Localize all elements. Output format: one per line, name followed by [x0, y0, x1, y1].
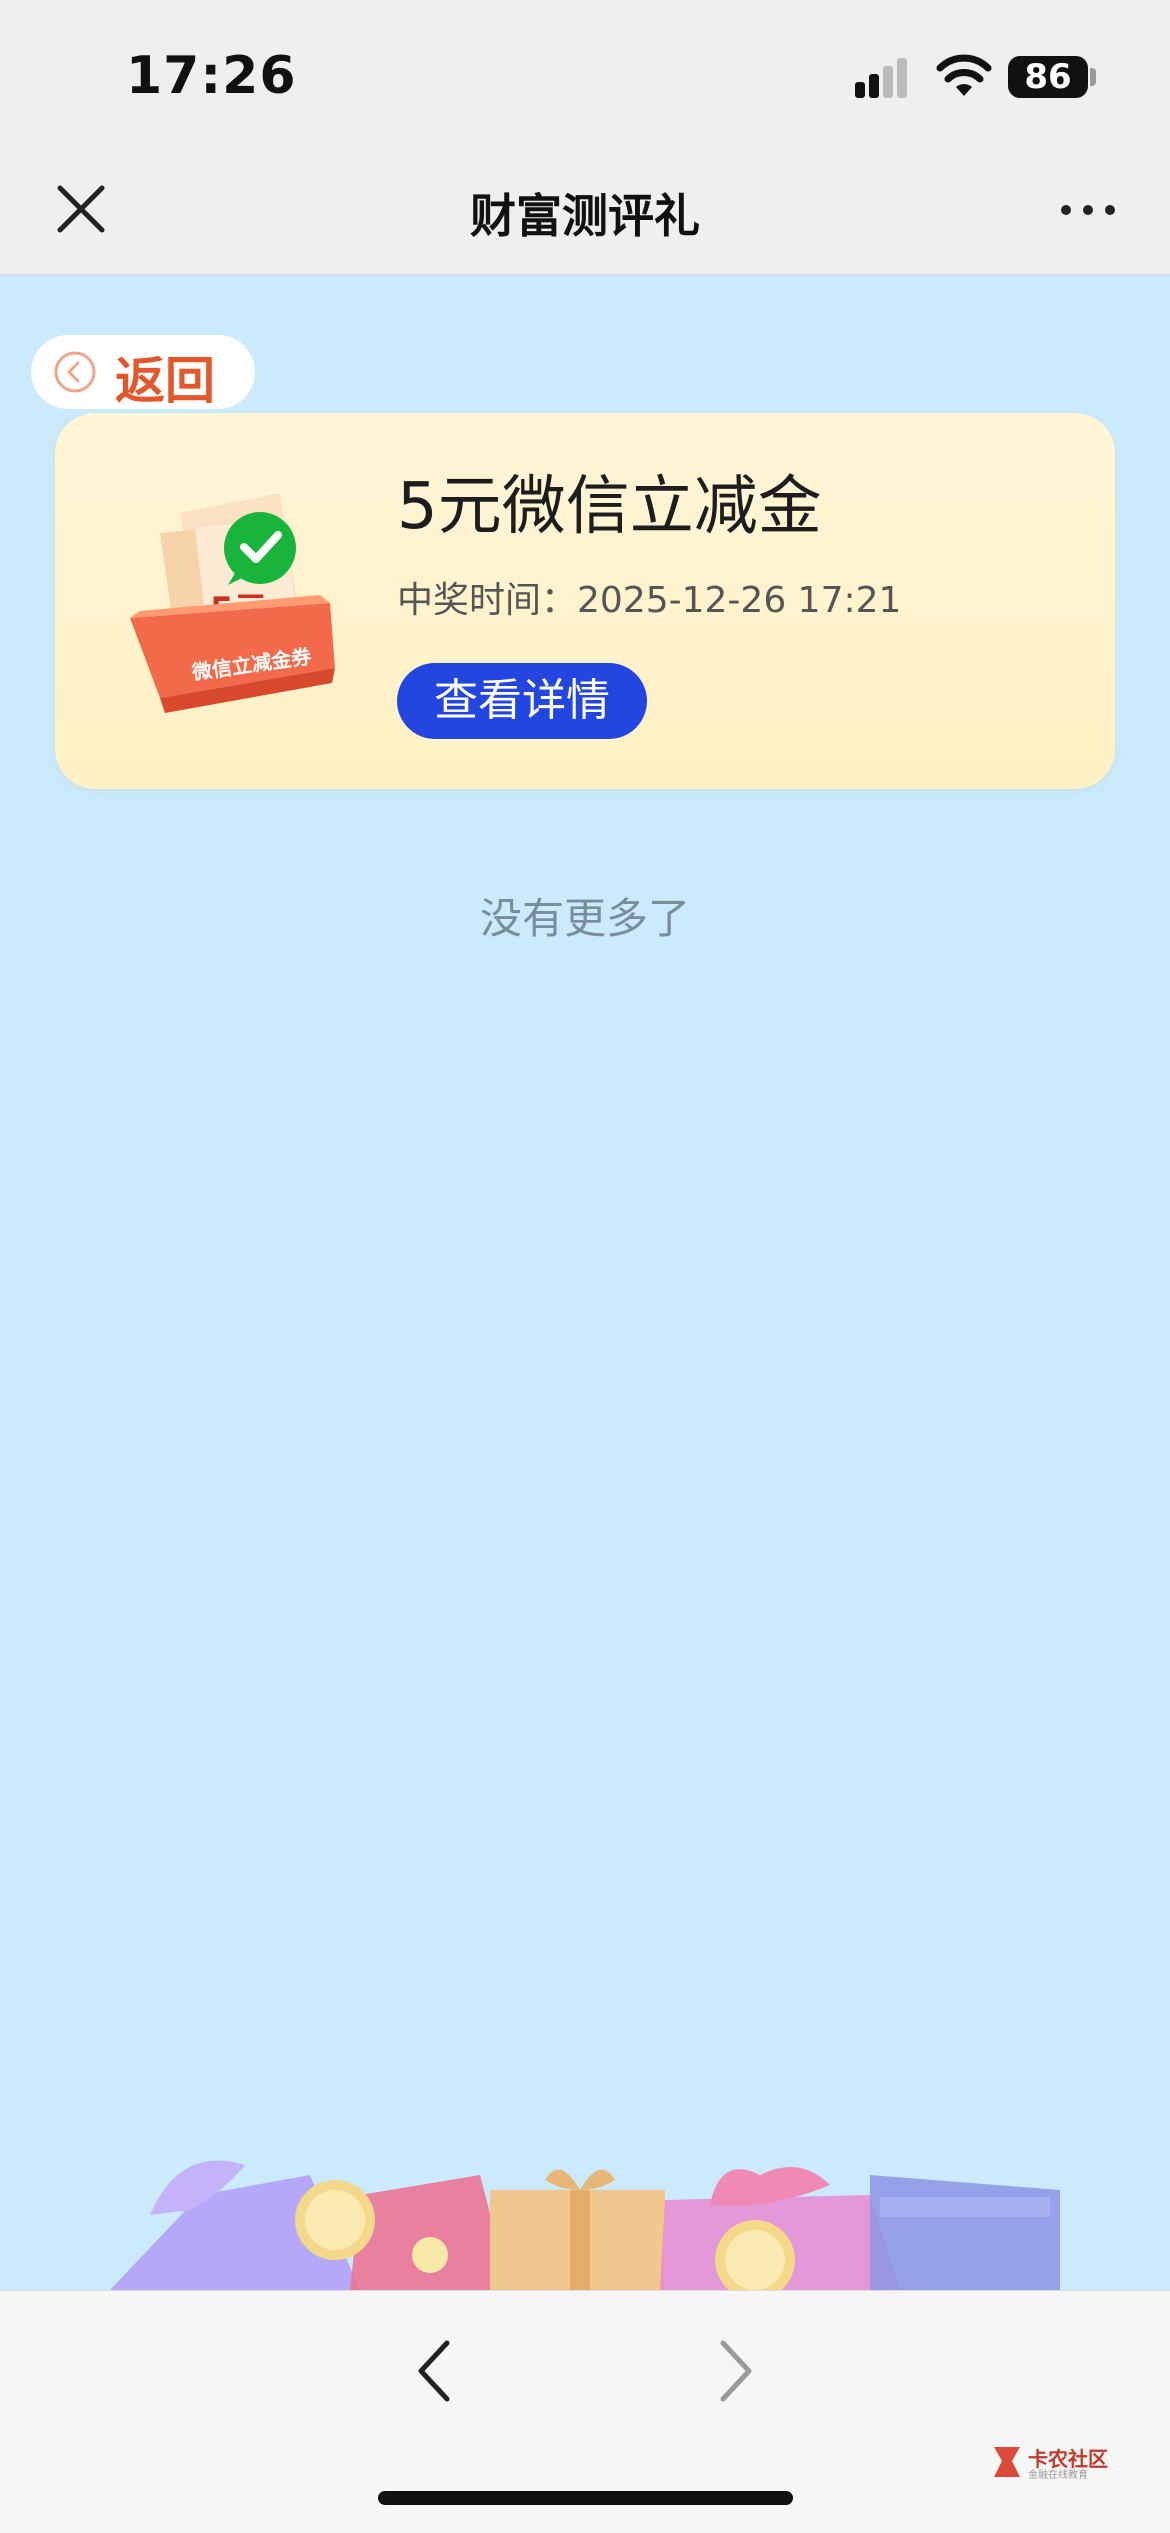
- prize-time-value: 2025-12-26 17:21: [577, 580, 902, 621]
- nav-bar: 财富测评礼: [0, 150, 1170, 275]
- chevron-left-icon[interactable]: [405, 2331, 465, 2411]
- status-time: 17:26: [126, 46, 297, 106]
- watermark-logo-icon: [994, 2447, 1020, 2477]
- wifi-icon: [936, 54, 992, 96]
- prize-title: 5元微信立减金: [397, 470, 822, 544]
- home-indicator: [378, 2491, 793, 2505]
- prize-time-label: 中奖时间：: [397, 580, 578, 621]
- more-options-icon[interactable]: [1058, 190, 1118, 230]
- prize-card[interactable]: 5元 微信立减金券 5元微信立减金 中奖时间：2025-12-26 17:21 …: [55, 413, 1115, 789]
- wechat-coupon-illustration: 5元 微信立减金券: [130, 493, 335, 713]
- view-details-button[interactable]: 查看详情: [397, 663, 647, 739]
- chevron-right-icon[interactable]: [705, 2331, 765, 2411]
- watermark-subtitle: 金融在线教育: [1028, 2470, 1088, 2481]
- back-button[interactable]: 返回: [31, 335, 255, 410]
- chevron-left-circle-icon: [54, 351, 96, 393]
- watermark: 卡农社区 金融在线教育: [990, 2443, 1110, 2483]
- back-label: 返回: [115, 352, 215, 410]
- cellular-signal-icon: [855, 58, 915, 98]
- no-more-text: 没有更多了: [479, 894, 690, 943]
- prize-time-row: 中奖时间：2025-12-26 17:21: [397, 571, 901, 623]
- battery-indicator: 86: [1008, 56, 1088, 98]
- gift-decoration-illustration: [110, 2160, 1060, 2290]
- battery-tip: [1090, 68, 1096, 86]
- browser-toolbar: 卡农社区 金融在线教育: [0, 2290, 1170, 2533]
- page-title: 财富测评礼: [470, 189, 700, 243]
- content-area: 返回 5元 微信立减金券 5元微信立减金 中奖时间：2025-12-26 17:…: [0, 275, 1170, 2290]
- status-bar: 17:26 86: [0, 0, 1170, 150]
